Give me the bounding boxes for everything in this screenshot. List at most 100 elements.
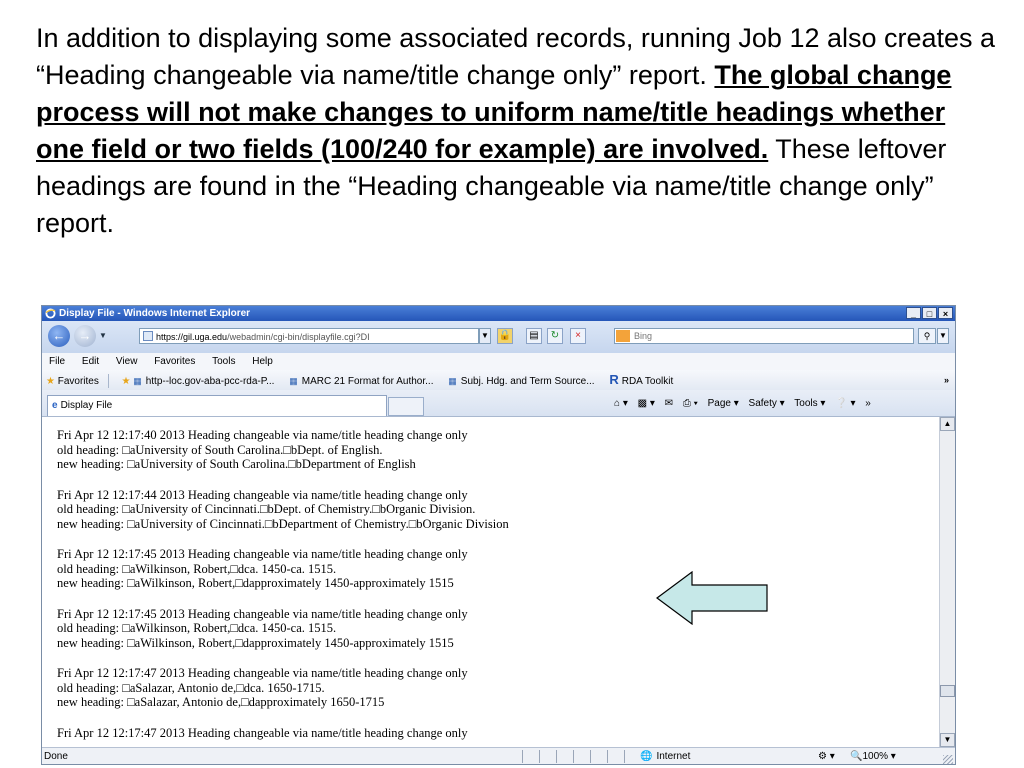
tab-label: Display File — [60, 400, 113, 411]
menu-edit[interactable]: Edit — [82, 356, 99, 367]
ie-logo-icon — [45, 308, 56, 319]
favorites-bar: ★ Favorites ★ ▦ http--loc.gov-aba-pcc-rda… — [42, 370, 955, 390]
web-slice-icon: ▦ — [289, 376, 298, 386]
url-path: /webadmin/cgi-bin/displayfile.cgi?DI — [227, 332, 370, 342]
scroll-up-icon[interactable]: ▲ — [940, 417, 955, 431]
entry-new-heading: new heading: □aWilkinson, Robert,□dappro… — [57, 576, 454, 590]
entry-new-heading: new heading: □aUniversity of Cincinnati.… — [57, 516, 509, 531]
entry-header: Fri Apr 12 12:17:45 2013 Heading changea… — [57, 606, 468, 621]
scroll-down-icon[interactable]: ▼ — [940, 733, 955, 747]
command-overflow-icon[interactable]: » — [865, 398, 871, 409]
search-placeholder: Bing — [634, 331, 653, 341]
favorite-link-loc[interactable]: ▦ http--loc.gov-aba-pcc-rda-P... — [133, 376, 274, 387]
report-entry: Fri Apr 12 12:17:47 2013 Heading changea… — [57, 666, 938, 710]
feeds-icon[interactable]: ▩ ▾ — [638, 398, 655, 409]
menu-file[interactable]: File — [49, 356, 65, 367]
web-slice-icon: ▦ — [133, 376, 142, 386]
compatibility-view-icon[interactable]: ▤ — [526, 328, 542, 344]
address-bar: ← → ▼ https://gil.uga.edu/webadmin/cgi-b… — [42, 321, 955, 353]
resize-grip[interactable] — [943, 755, 953, 764]
menu-view[interactable]: View — [116, 356, 138, 367]
page-content: Fri Apr 12 12:17:40 2013 Heading changea… — [42, 417, 938, 747]
status-bar: Done 🌐 Internet ⚙ ▾ 🔍100% ▾ — [42, 747, 955, 764]
entry-header: Fri Apr 12 12:17:40 2013 Heading changea… — [57, 428, 468, 442]
url-input[interactable]: https://gil.uga.edu/webadmin/cgi-bin/dis… — [139, 328, 479, 344]
lock-icon[interactable]: 🔒 — [497, 328, 513, 344]
web-slice-icon: ▦ — [448, 376, 457, 386]
safety-menu[interactable]: Safety ▾ — [749, 398, 785, 409]
page-menu[interactable]: Page ▾ — [708, 398, 739, 409]
favorites-star-icon[interactable]: ★ — [46, 376, 55, 387]
search-button[interactable]: ⚲ — [918, 328, 936, 344]
protected-mode-icon[interactable]: ⚙ ▾ — [818, 748, 835, 764]
url-dropdown-icon[interactable]: ▼ — [479, 328, 491, 344]
recent-pages-dropdown-icon[interactable]: ▼ — [99, 331, 107, 340]
entry-new-heading: new heading: □aUniversity of South Carol… — [57, 457, 416, 471]
browser-window: Display File - Windows Internet Explorer… — [41, 305, 956, 765]
rda-icon: R — [609, 372, 619, 387]
entry-old-heading: old heading: □aUniversity of South Carol… — [57, 442, 383, 457]
favorites-button[interactable]: Favorites — [58, 376, 99, 387]
page-icon — [143, 331, 153, 341]
entry-header: Fri Apr 12 12:17:45 2013 Heading changea… — [57, 547, 468, 561]
window-title: Display File - Windows Internet Explorer — [59, 308, 251, 319]
mail-icon[interactable]: ✉ — [665, 398, 673, 409]
report-entry: Fri Apr 12 12:17:45 2013 Heading changea… — [57, 547, 938, 591]
entry-old-heading: old heading: □aSalazar, Antonio de,□dca.… — [57, 680, 325, 695]
scroll-thumb[interactable] — [940, 685, 955, 697]
favorites-divider — [107, 374, 109, 389]
entry-header: Fri Apr 12 12:17:47 2013 Heading changea… — [57, 725, 468, 740]
favorite-link-marc21[interactable]: ▦ MARC 21 Format for Author... — [289, 376, 433, 387]
command-bar: ⌂ ▾ ▩ ▾ ✉ ⎙ ▾ Page ▾ Safety ▾ Tools ▾ ❔ … — [614, 396, 878, 412]
tab-bar: e Display File ⌂ ▾ ▩ ▾ ✉ ⎙ ▾ Page ▾ Safet… — [42, 390, 955, 417]
menu-help[interactable]: Help — [252, 356, 273, 367]
favorites-overflow-icon[interactable]: » — [944, 370, 949, 390]
status-panes — [522, 750, 641, 763]
close-button[interactable]: × — [938, 307, 953, 319]
entry-old-heading: old heading: □aWilkinson, Robert,□dca. 1… — [57, 621, 337, 635]
tab-display-file[interactable]: e Display File — [47, 395, 387, 416]
report-entry: Fri Apr 12 12:17:44 2013 Heading changea… — [57, 488, 938, 532]
report-entry: Fri Apr 12 12:17:45 2013 Heading changea… — [57, 607, 938, 651]
home-icon[interactable]: ⌂ ▾ — [614, 398, 628, 409]
menu-bar: File Edit View Favorites Tools Help — [42, 353, 955, 370]
left-arrow-shape — [656, 571, 768, 625]
new-tab-button[interactable] — [388, 397, 424, 416]
add-favorite-icon[interactable]: ★ — [121, 376, 130, 387]
maximize-button[interactable]: □ — [922, 307, 937, 319]
favorite-link-rda-toolkit[interactable]: R RDA Toolkit — [609, 372, 673, 387]
search-input[interactable]: Bing — [614, 328, 914, 344]
bing-icon — [616, 330, 630, 342]
minimize-button[interactable]: _ — [906, 307, 921, 319]
slide-paragraph: In addition to displaying some associate… — [36, 20, 996, 242]
entry-new-heading: new heading: □aWilkinson, Robert,□dappro… — [57, 635, 454, 650]
tools-menu[interactable]: Tools ▾ — [794, 398, 825, 409]
search-options-dropdown-icon[interactable]: ▼ — [937, 328, 949, 344]
window-titlebar: Display File - Windows Internet Explorer… — [42, 306, 955, 321]
left-arrow-callout — [656, 571, 768, 625]
favorite-link-subj-hdg[interactable]: ▦ Subj. Hdg. and Term Source... — [448, 376, 594, 387]
entry-header: Fri Apr 12 12:17:47 2013 Heading changea… — [57, 666, 468, 680]
back-button[interactable]: ← — [48, 325, 70, 347]
help-icon[interactable]: ❔ ▾ — [835, 398, 855, 409]
print-icon[interactable]: ⎙ ▾ — [683, 398, 698, 409]
entry-header: Fri Apr 12 12:17:44 2013 Heading changea… — [57, 487, 468, 502]
forward-button[interactable]: → — [74, 325, 96, 347]
zoom-control[interactable]: 🔍100% ▾ — [850, 748, 896, 764]
globe-icon: 🌐 — [640, 751, 653, 762]
vertical-scrollbar[interactable]: ▲ ▼ — [939, 417, 955, 747]
entry-new-heading: new heading: □aSalazar, Antonio de,□dapp… — [57, 695, 385, 709]
refresh-icon[interactable]: ↻ — [547, 328, 563, 344]
window-buttons: _ □ × — [906, 307, 953, 319]
report-entries: Fri Apr 12 12:17:40 2013 Heading changea… — [42, 417, 938, 740]
entry-old-heading: old heading: □aUniversity of Cincinnati.… — [57, 502, 476, 516]
menu-favorites[interactable]: Favorites — [154, 356, 195, 367]
url-host: https://gil.uga.edu — [156, 332, 228, 342]
security-zone[interactable]: 🌐 Internet — [640, 748, 690, 764]
status-text: Done — [44, 751, 68, 762]
report-entry: Fri Apr 12 12:17:40 2013 Heading changea… — [57, 428, 938, 472]
stop-icon[interactable]: × — [570, 328, 586, 344]
report-entry: Fri Apr 12 12:17:47 2013 Heading changea… — [57, 726, 938, 741]
ie-page-icon: e — [52, 400, 58, 411]
menu-tools[interactable]: Tools — [212, 356, 235, 367]
